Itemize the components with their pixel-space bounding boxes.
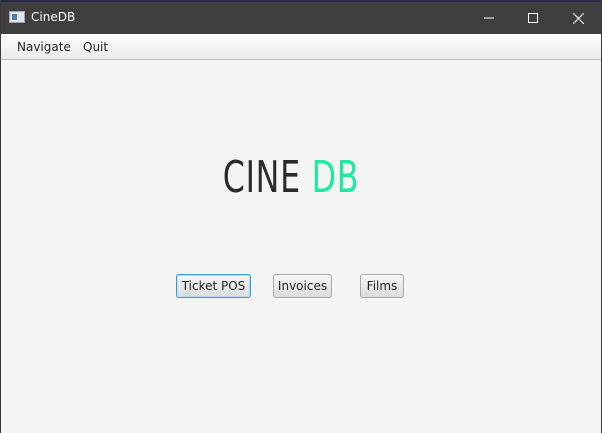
minimize-icon xyxy=(484,17,494,19)
title-bar[interactable]: CineDB xyxy=(1,0,601,34)
logo-db-text: DB xyxy=(311,152,360,203)
menu-navigate[interactable]: Navigate xyxy=(17,40,71,54)
app-logo: CINE DB xyxy=(82,150,500,206)
menu-quit[interactable]: Quit xyxy=(83,40,108,54)
close-icon xyxy=(572,12,584,24)
close-button[interactable] xyxy=(555,2,601,34)
minimize-button[interactable] xyxy=(466,2,512,34)
ticket-pos-button[interactable]: Ticket POS xyxy=(176,274,251,298)
invoices-button[interactable]: Invoices xyxy=(273,274,332,298)
menu-bar: Navigate Quit xyxy=(1,34,601,60)
window-title: CineDB xyxy=(31,10,76,24)
maximize-icon xyxy=(528,13,538,23)
logo-cine-text: CINE xyxy=(222,152,301,203)
app-window: CineDB Navigate Quit CINE DB Ticket POS … xyxy=(0,0,602,433)
app-icon xyxy=(9,11,25,23)
films-button[interactable]: Films xyxy=(360,274,404,298)
maximize-button[interactable] xyxy=(510,2,556,34)
